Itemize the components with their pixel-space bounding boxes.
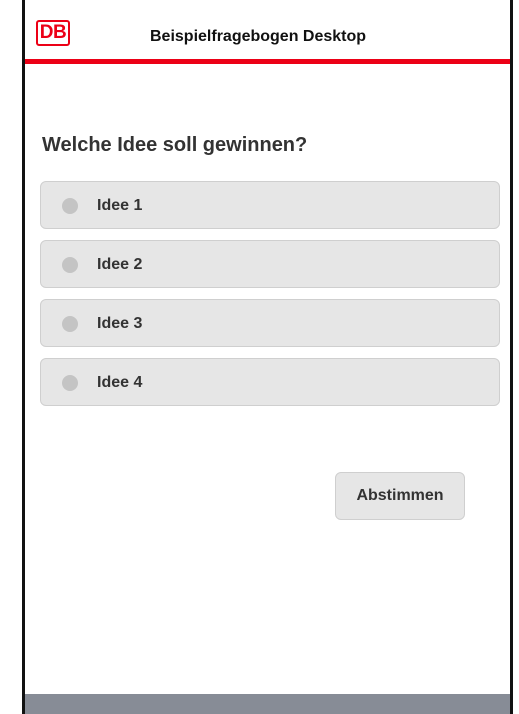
vote-button[interactable]: Abstimmen <box>335 472 465 520</box>
radio-icon[interactable] <box>62 375 78 391</box>
option-idee-3[interactable]: Idee 3 <box>40 299 500 347</box>
radio-icon[interactable] <box>62 316 78 332</box>
option-label: Idee 2 <box>97 256 143 273</box>
option-idee-1[interactable]: Idee 1 <box>40 181 500 229</box>
option-label: Idee 4 <box>97 374 143 391</box>
answer-options: Idee 1 Idee 2 Idee 3 Idee 4 <box>40 181 500 417</box>
header: DB Beispielfragebogen Desktop <box>25 0 510 64</box>
option-label: Idee 1 <box>97 197 143 214</box>
page-title: Beispielfragebogen Desktop <box>150 28 367 45</box>
footer-bar <box>25 694 510 714</box>
option-idee-4[interactable]: Idee 4 <box>40 358 500 406</box>
survey-window: DB Beispielfragebogen Desktop Welche Ide… <box>22 0 513 714</box>
radio-icon[interactable] <box>62 257 78 273</box>
question-heading: Welche Idee soll gewinnen? <box>42 134 308 156</box>
option-idee-2[interactable]: Idee 2 <box>40 240 500 288</box>
option-label: Idee 3 <box>97 315 143 332</box>
radio-icon[interactable] <box>62 198 78 214</box>
db-logo: DB <box>36 20 70 46</box>
